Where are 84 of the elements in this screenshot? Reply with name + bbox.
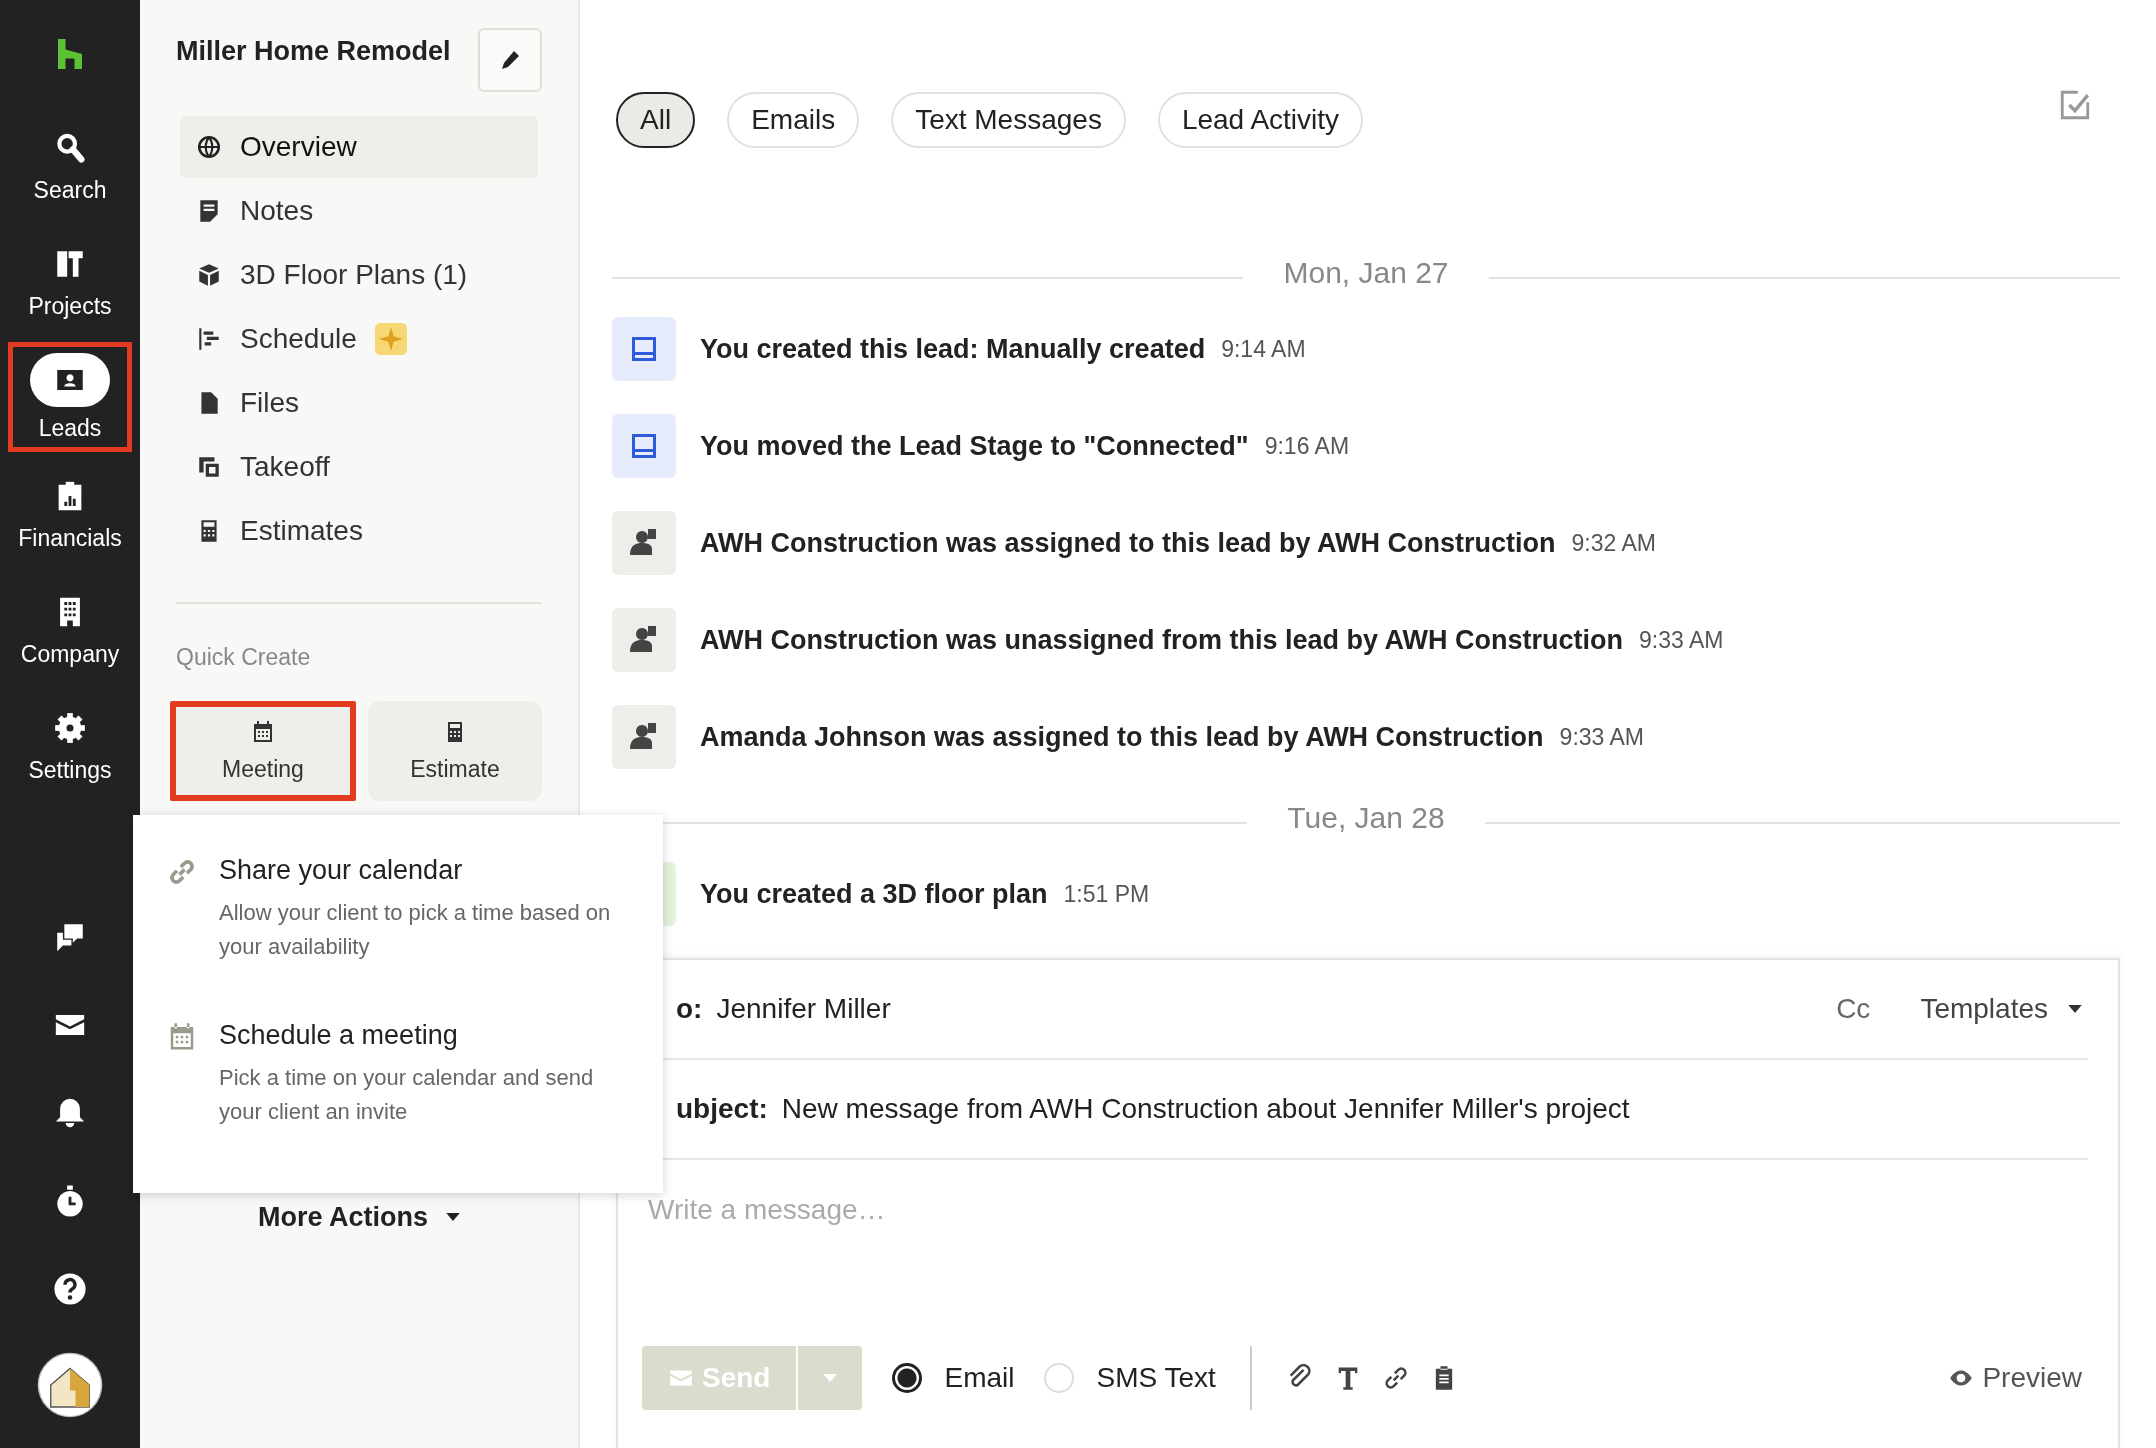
quick-create-button[interactable]: Meeting [170, 701, 356, 801]
link-icon [167, 857, 197, 887]
event-text: You moved the Lead Stage to "Connected" [700, 430, 1249, 462]
sidebar-item[interactable]: Overview [180, 116, 538, 178]
project-title: Miller Home Remodel [176, 36, 451, 67]
caret-icon [446, 1213, 460, 1222]
nav-label: Projects [28, 292, 112, 320]
nav-label: Company [20, 640, 120, 668]
event-text: You created this lead: Manually created [700, 333, 1206, 365]
help-icon[interactable] [53, 1272, 87, 1306]
section-heading: Quick Create [176, 644, 312, 671]
menu-item-title: Share your calendar [219, 855, 464, 886]
radio-button[interactable] [892, 1363, 923, 1393]
event-time: 9:33 AM [1639, 626, 1724, 654]
nav-label: Search [33, 176, 107, 204]
edit-button[interactable] [478, 28, 542, 92]
nav-item[interactable]: Company [8, 574, 132, 684]
menu-item-description: Allow your client to pick a time based on your availability [219, 899, 612, 961]
sidebar-label: Overview [240, 131, 357, 163]
sidebar-label: Schedule [240, 323, 357, 355]
sidebar-item[interactable]: Notes [180, 180, 538, 242]
cube-icon [196, 262, 222, 288]
to-label: o: [676, 993, 703, 1025]
date-heading: Mon, Jan 27 [1283, 256, 1449, 290]
more-actions-button[interactable]: More Actions [252, 1201, 466, 1234]
sidebar-label: Notes [240, 195, 314, 227]
nav-item[interactable]: Search [8, 110, 132, 220]
templates-dropdown[interactable]: Templates [1914, 992, 2088, 1026]
event-text: You created a 3D floor plan [700, 878, 1048, 910]
subject-field[interactable]: New message from AWH Construction about Jennifer Miller's project [781, 1093, 1630, 1125]
person-icon [612, 608, 676, 672]
event-text: AWH Construction was assigned to this lead by AWH Construction [700, 527, 1556, 559]
preview-button[interactable]: Preview [1942, 1361, 2088, 1395]
sidebar-item[interactable]: Takeoff [180, 436, 538, 498]
recipient-field[interactable]: Jennifer Miller [716, 993, 891, 1025]
nav-item[interactable]: Projects [8, 226, 132, 336]
event-time: 1:51 PM [1063, 880, 1150, 908]
sidebar-label: 3D Floor Plans (1) [240, 259, 468, 291]
nav-label: Leads [38, 414, 102, 442]
person-icon [612, 705, 676, 769]
date-heading: Tue, Jan 28 [1287, 801, 1445, 835]
sidebar-item[interactable]: 3D Floor Plans (1) [180, 244, 538, 306]
sidebar-label: Takeoff [240, 451, 330, 483]
inbox-icon [612, 317, 676, 381]
filter-tab[interactable]: Emails [727, 92, 860, 148]
sidebar-label: Files [240, 387, 300, 419]
event-text: AWH Construction was unassigned from this lead by AWH Construction [700, 624, 1624, 656]
nav-item[interactable]: Financials [8, 458, 132, 568]
subject-label: ubject: [676, 1093, 768, 1125]
radio-label: Email [944, 1362, 1015, 1394]
cc-button[interactable]: Cc [1830, 992, 1877, 1026]
event-time: 9:33 AM [1559, 723, 1644, 751]
sidebar-label: Estimates [240, 515, 363, 547]
message-input[interactable]: Write a message… [618, 1160, 2088, 1328]
filter-tab[interactable]: Text Messages [891, 92, 1126, 148]
nav-item[interactable]: Settings [8, 690, 132, 800]
menu-item-description: Pick a time on your calendar and send your client an invite [219, 1064, 595, 1126]
event-time: 9:32 AM [1571, 529, 1656, 557]
quick-create-button[interactable]: Estimate [368, 701, 542, 801]
nav-label: Settings [28, 756, 112, 784]
event-text: Amanda Johnson was assigned to this lead by AWH Construction [700, 721, 1544, 753]
menu-item-title: Schedule a meeting [219, 1020, 459, 1051]
inbox-icon [612, 414, 676, 478]
sidebar-item[interactable]: Files [180, 372, 538, 434]
event-time: 9:16 AM [1264, 432, 1350, 460]
calendar-icon [251, 719, 275, 744]
person-icon [612, 511, 676, 575]
takeoff-icon [196, 454, 222, 480]
gantt-icon [196, 326, 222, 352]
radio-label: SMS Text [1096, 1362, 1216, 1394]
nav-label: Financials [18, 524, 122, 552]
caret-icon [823, 1373, 838, 1383]
filter-tab[interactable]: All [616, 92, 696, 148]
nav-item[interactable]: Leads [8, 342, 132, 452]
sidebar-item[interactable]: Schedule [180, 308, 538, 370]
caret-icon [2068, 1004, 2082, 1014]
bell-icon[interactable] [53, 1096, 87, 1130]
sidebar-item[interactable]: Estimates [180, 500, 538, 562]
globe-icon [196, 134, 222, 160]
house-avatar-icon[interactable] [37, 1352, 103, 1418]
settings-icon [53, 710, 87, 745]
event-time: 9:14 AM [1221, 335, 1306, 363]
check-square-icon[interactable] [2058, 88, 2092, 122]
filter-tab[interactable]: Lead Activity [1157, 92, 1364, 148]
